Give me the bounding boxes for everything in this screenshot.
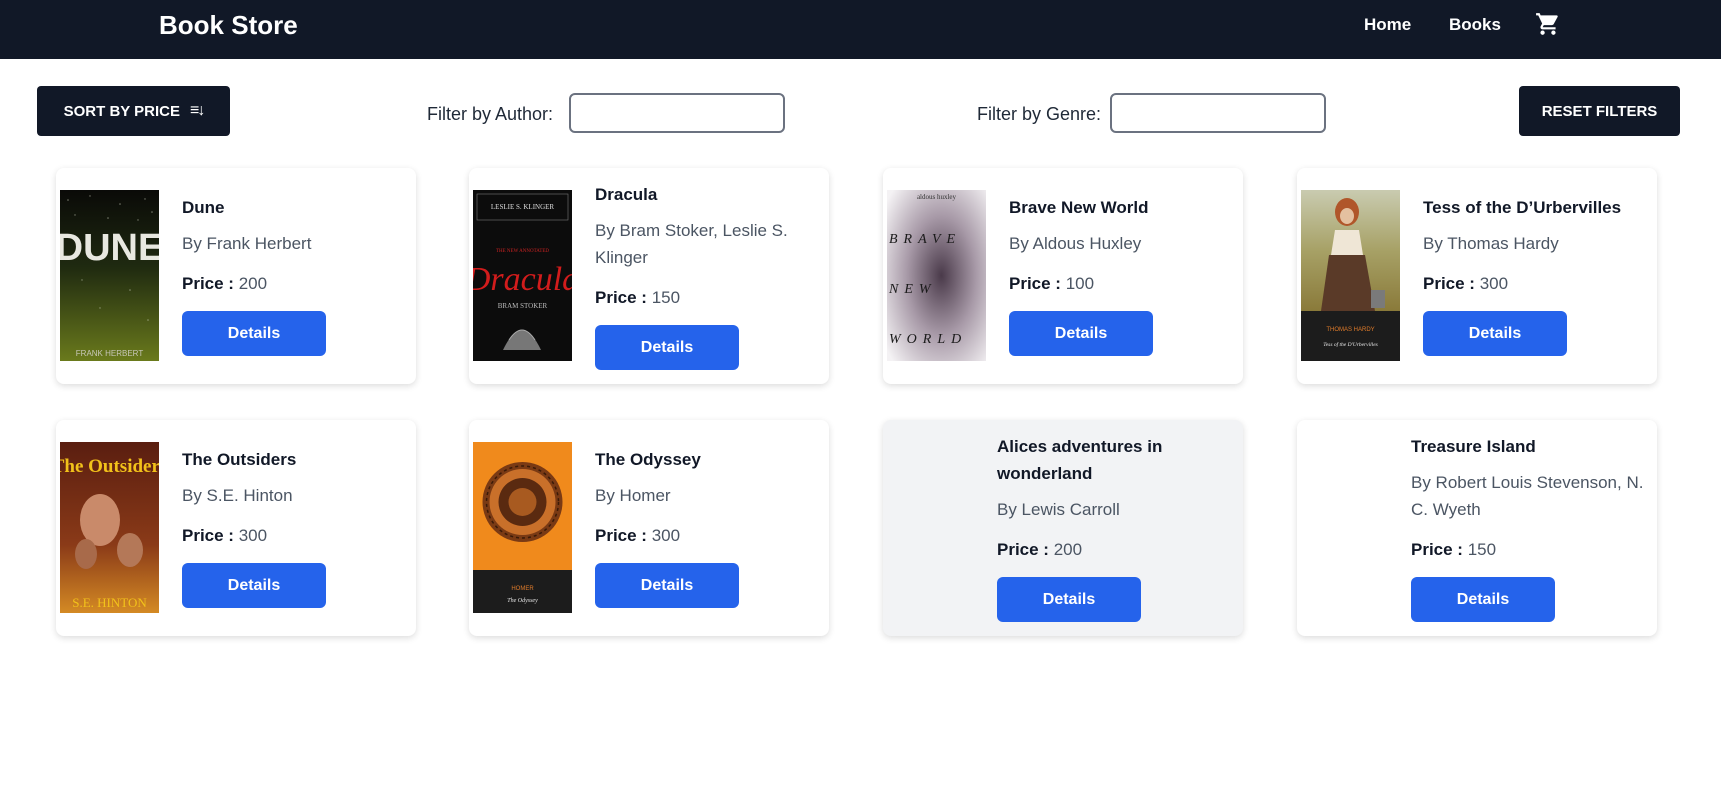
filter-author-label: Filter by Author: [427,104,554,124]
book-cover-brave-new-world: aldous huxley BRAVE NEW WORLD [887,190,986,361]
price-value: 150 [651,288,681,307]
nav-books-link[interactable]: Books [1449,14,1501,36]
price-label: Price : [182,526,234,545]
book-title: The Outsiders [182,450,297,469]
book-price: Price : 150 [1411,539,1645,561]
price-label: Price : [182,274,234,293]
details-button[interactable]: Details [595,325,739,370]
price-value: 200 [1053,540,1083,559]
book-price: Price : 200 [997,539,1227,561]
book-cover-the-outsiders: The Outsiders S.E. HINTON [60,442,159,613]
details-button[interactable]: Details [1423,311,1567,356]
details-button[interactable]: Details [595,563,739,608]
book-author: By Aldous Huxley [1009,234,1142,253]
book-title: Alices adventures in wonderland [997,437,1163,483]
svg-text:THE NEW ANNOTATED: THE NEW ANNOTATED [496,249,549,254]
svg-text:BRAVE: BRAVE [889,232,961,247]
details-button[interactable]: Details [1411,577,1555,622]
svg-text:BRAM STOKER: BRAM STOKER [498,302,548,310]
book-price: Price : 200 [182,273,404,295]
book-price: Price : 300 [182,525,404,547]
book-card-the-odyssey: HOMER The Odyssey The Odyssey By Homer P… [469,420,829,636]
price-label: Price : [1423,274,1475,293]
book-price: Price : 300 [1423,273,1645,295]
price-value: 300 [238,526,268,545]
book-author: By Robert Louis Stevenson, N. C. Wyeth [1411,473,1644,519]
price-value: 100 [1065,274,1095,293]
book-price: Price : 100 [1009,273,1231,295]
book-card-brave-new-world: aldous huxley BRAVE NEW WORLD Brave New … [883,168,1243,384]
filter-genre-input[interactable] [1110,93,1326,133]
price-label: Price : [1009,274,1061,293]
book-title: Tess of the D’Urbervilles [1423,198,1622,217]
details-button[interactable]: Details [997,577,1141,622]
svg-text:The Odyssey: The Odyssey [507,598,538,604]
svg-text:DUNE: DUNE [60,227,159,269]
navbar: Book Store Home Books [0,0,1721,59]
svg-text:THOMAS HARDY: THOMAS HARDY [1326,327,1374,333]
svg-text:Tess of the D'Urbervilles: Tess of the D'Urbervilles [1323,341,1378,348]
details-button[interactable]: Details [182,563,326,608]
book-title: Brave New World [1009,198,1149,217]
svg-text:aldous huxley: aldous huxley [917,193,957,201]
book-card-dune: DUNE FRANK HERBERT Dune By Frank Herbert… [56,168,416,384]
sort-button-label: SORT BY PRICE [63,102,181,120]
reset-filters-button[interactable]: RESET FILTERS [1519,86,1680,136]
svg-text:S.E. HINTON: S.E. HINTON [72,595,147,610]
book-title: Dune [182,198,225,217]
filter-genre-label: Filter by Genre: [977,104,1102,124]
book-author: By Homer [595,486,671,505]
brand-logo[interactable]: Book Store [159,9,298,41]
book-price: Price : 150 [595,287,817,309]
price-value: 200 [238,274,268,293]
book-title: Treasure Island [1411,437,1536,456]
price-value: 300 [1479,274,1509,293]
book-card-treasure-island: Treasure Island By Robert Louis Stevenso… [1297,420,1657,636]
svg-text:Dracula: Dracula [473,261,572,298]
price-value: 150 [1467,540,1497,559]
book-cover-the-odyssey: HOMER The Odyssey [473,442,572,613]
svg-text:FRANK HERBERT: FRANK HERBERT [76,349,144,358]
book-cover-dracula: LESLIE S. KLINGER THE NEW ANNOTATED Drac… [473,190,572,361]
shopping-cart-icon[interactable] [1535,11,1561,37]
book-author: By Bram Stoker, Leslie S. Klinger [595,221,788,267]
nav-home-link[interactable]: Home [1364,14,1411,36]
book-card-tess: THOMAS HARDY Tess of the D'Urbervilles T… [1297,168,1657,384]
svg-text:LESLIE S. KLINGER: LESLIE S. KLINGER [491,203,555,211]
svg-text:NEW: NEW [888,282,937,297]
sort-by-price-button[interactable]: SORT BY PRICE ≡↓ [37,86,230,136]
svg-text:The Outsiders: The Outsiders [60,456,159,477]
book-cover-tess: THOMAS HARDY Tess of the D'Urbervilles [1301,190,1400,361]
price-label: Price : [1411,540,1463,559]
book-card-the-outsiders: The Outsiders S.E. HINTON The Outsiders … [56,420,416,636]
svg-text:WORLD: WORLD [889,332,967,347]
price-label: Price : [595,288,647,307]
book-author: By Thomas Hardy [1423,234,1559,253]
book-price: Price : 300 [595,525,817,547]
book-author: By Lewis Carroll [997,500,1120,519]
book-author: By S.E. Hinton [182,486,293,505]
sort-descending-icon: ≡↓ [190,102,205,119]
book-cover-dune: DUNE FRANK HERBERT [60,190,159,361]
price-value: 300 [651,526,681,545]
book-author: By Frank Herbert [182,234,312,253]
book-card-dracula: LESLIE S. KLINGER THE NEW ANNOTATED Drac… [469,168,829,384]
details-button[interactable]: Details [1009,311,1153,356]
price-label: Price : [595,526,647,545]
book-card-alices-adventures: Alices adventures in wonderland By Lewis… [883,420,1243,636]
filter-author-input[interactable] [569,93,785,133]
book-title: Dracula [595,185,658,204]
price-label: Price : [997,540,1049,559]
details-button[interactable]: Details [182,311,326,356]
book-title: The Odyssey [595,450,701,469]
svg-text:HOMER: HOMER [511,586,534,592]
